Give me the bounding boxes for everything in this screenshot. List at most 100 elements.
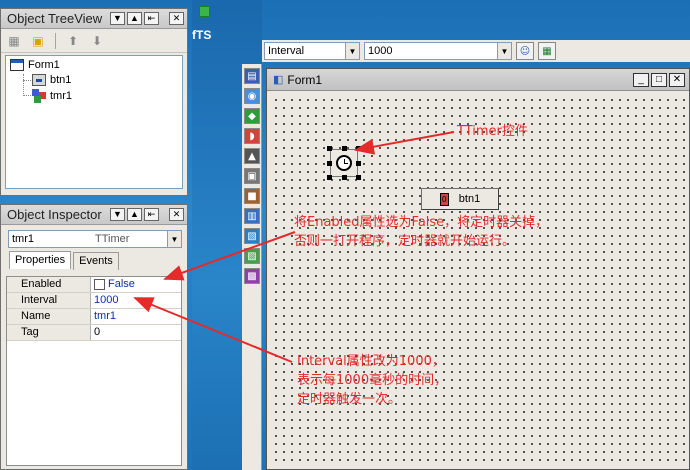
property-name: Name bbox=[7, 309, 91, 324]
btn1-button[interactable]: 0 btn1 bbox=[421, 188, 499, 210]
annotation-interval-line: Interval属性改为1000， bbox=[297, 354, 445, 369]
maximize-icon[interactable]: ▲ bbox=[127, 12, 142, 25]
annotation-interval: Interval属性改为1000， 表示每1000毫秒的时间， 定时器触发一次。 bbox=[297, 352, 447, 409]
property-name: Enabled bbox=[7, 277, 91, 292]
tab-events[interactable]: Events bbox=[73, 252, 119, 270]
property-name: Interval bbox=[7, 293, 91, 308]
tree-node-btn1[interactable]: btn1 bbox=[32, 74, 71, 86]
selection-handle[interactable] bbox=[327, 175, 332, 180]
inspector-titlebar[interactable]: Object Inspector ▼ ▲ ⇤ ✕ bbox=[1, 205, 187, 225]
treeview-title: Object TreeView bbox=[7, 11, 103, 26]
annotation-interval-line: 定时器触发一次。 bbox=[297, 392, 402, 407]
enabled-value: False bbox=[108, 278, 135, 290]
maximize-icon[interactable]: ▲ bbox=[127, 208, 142, 221]
arrow-up-icon[interactable]: ⬆ bbox=[64, 33, 82, 49]
palette-icon[interactable]: ▥ bbox=[244, 208, 260, 224]
dropdown-icon[interactable]: ▼ bbox=[110, 12, 125, 25]
close-icon[interactable]: ✕ bbox=[169, 12, 184, 25]
annotation-enabled-line: 将Enabled属性选为False，将定时器关掉， bbox=[294, 215, 549, 230]
ide-property-toolbar: Interval ▼ 1000 ▼ ☺ ▦ bbox=[262, 40, 690, 62]
chevron-down-icon[interactable]: ▼ bbox=[497, 43, 511, 59]
annotation-enabled-line: 否则一打开程序，定时器就开始运行。 bbox=[294, 234, 516, 249]
tree-node-tmr1[interactable]: tmr1 bbox=[32, 89, 72, 103]
property-row-interval[interactable]: Interval 1000 bbox=[7, 293, 181, 309]
palette-icon[interactable]: ▤ bbox=[244, 68, 260, 84]
chevron-down-icon[interactable]: ▼ bbox=[345, 43, 359, 59]
palette-icon[interactable]: ▩ bbox=[244, 268, 260, 284]
arrow-down-icon[interactable]: ⬇ bbox=[88, 33, 106, 49]
tree-connector bbox=[23, 80, 31, 81]
toolbar-divider bbox=[55, 32, 56, 49]
palette-icon[interactable]: ◉ bbox=[244, 88, 260, 104]
property-grid: Enabled False Interval 1000 Name tmr1 Ta… bbox=[6, 276, 182, 466]
open-folder-icon[interactable]: ▣ bbox=[29, 33, 47, 49]
close-icon[interactable]: ✕ bbox=[669, 72, 685, 87]
button-glyph-icon: 0 bbox=[439, 192, 449, 206]
selected-component-type: TTimer bbox=[95, 233, 130, 245]
close-icon[interactable]: ✕ bbox=[169, 208, 184, 221]
property-combo-value: Interval bbox=[268, 45, 305, 57]
component-selector[interactable]: tmr1 TTimer ▼ bbox=[8, 230, 182, 248]
dropdown-icon[interactable]: ▼ bbox=[110, 208, 125, 221]
palette-icon[interactable]: ▧ bbox=[244, 228, 260, 244]
palette-icon[interactable]: ▨ bbox=[244, 248, 260, 264]
property-combo[interactable]: Interval ▼ bbox=[264, 42, 360, 60]
palette-icon[interactable]: ■ bbox=[244, 188, 260, 204]
tree-node-label: btn1 bbox=[50, 74, 72, 86]
value-combo[interactable]: 1000 ▼ bbox=[364, 42, 512, 60]
object-treeview-window: Object TreeView ▼ ▲ ⇤ ✕ ▦ ▣ ⬆ ⬇ Form1 bt… bbox=[0, 8, 188, 196]
timer-component-icon bbox=[32, 89, 46, 103]
checkbox-icon[interactable] bbox=[94, 279, 105, 290]
property-value[interactable]: False bbox=[91, 277, 181, 292]
form-title: Form1 bbox=[287, 72, 323, 87]
annotation-timer: TTimer控件 bbox=[457, 124, 528, 139]
selection-handle[interactable] bbox=[356, 175, 361, 180]
minimize-icon[interactable]: _ bbox=[633, 72, 649, 87]
tree-connector bbox=[23, 74, 24, 96]
tab-properties[interactable]: Properties bbox=[9, 251, 72, 269]
tree-connector bbox=[23, 95, 31, 96]
selection-handle[interactable] bbox=[342, 175, 347, 180]
selection-handle[interactable] bbox=[327, 146, 332, 151]
selection-handle[interactable] bbox=[342, 146, 347, 151]
palette-icon[interactable]: ◆ bbox=[244, 108, 260, 124]
treeview-toolbar: ▦ ▣ ⬆ ⬇ bbox=[1, 29, 187, 53]
selection-handle[interactable] bbox=[356, 146, 361, 151]
components-icon[interactable]: ▦ bbox=[5, 33, 23, 49]
property-row-tag[interactable]: Tag 0 bbox=[7, 325, 181, 341]
tree-node-form1[interactable]: Form1 bbox=[10, 59, 60, 71]
property-value[interactable]: 0 bbox=[91, 325, 181, 340]
annotation-interval-line: 表示每1000毫秒的时间， bbox=[297, 373, 448, 388]
component-tree[interactable]: Form1 btn1 tmr1 bbox=[5, 55, 183, 189]
tree-node-label: tmr1 bbox=[50, 90, 72, 102]
component-palette: ▤ ◉ ◆ ◗ ▲ ▣ ■ ▥ ▧ ▨ ▩ bbox=[242, 64, 262, 470]
form-design-surface[interactable]: 0 btn1 bbox=[270, 94, 686, 466]
palette-icon[interactable]: ▣ bbox=[244, 168, 260, 184]
desktop-icon[interactable] bbox=[199, 6, 210, 17]
selection-handle[interactable] bbox=[356, 161, 361, 166]
selection-handle[interactable] bbox=[327, 161, 332, 166]
value-combo-value: 1000 bbox=[368, 45, 393, 57]
palette-icon[interactable]: ▲ bbox=[244, 148, 260, 164]
property-value[interactable]: tmr1 bbox=[91, 309, 181, 324]
pin-icon[interactable]: ⇤ bbox=[144, 208, 159, 221]
property-row-enabled[interactable]: Enabled False bbox=[7, 277, 181, 293]
timer-component[interactable] bbox=[327, 146, 361, 180]
treeview-titlebar[interactable]: Object TreeView ▼ ▲ ⇤ ✕ bbox=[1, 9, 187, 29]
property-value[interactable]: 1000 bbox=[91, 293, 181, 308]
pin-icon[interactable]: ⇤ bbox=[144, 12, 159, 25]
btn1-label: btn1 bbox=[458, 193, 481, 205]
maximize-icon[interactable]: □ bbox=[651, 72, 667, 87]
inspector-title: Object Inspector bbox=[7, 207, 102, 222]
palette-icon[interactable]: ◗ bbox=[244, 128, 260, 144]
button-icon bbox=[32, 74, 46, 86]
chevron-down-icon[interactable]: ▼ bbox=[167, 231, 181, 247]
inspector-tabs: Properties Events bbox=[9, 251, 121, 270]
clock-icon bbox=[336, 155, 352, 171]
property-name: Tag bbox=[7, 325, 91, 340]
form-titlebar[interactable]: ◧ Form1 _ □ ✕ bbox=[267, 69, 689, 91]
grid-apply-icon[interactable]: ▦ bbox=[538, 42, 556, 60]
annotation-enabled: 将Enabled属性选为False，将定时器关掉， 否则一打开程序，定时器就开始… bbox=[294, 213, 548, 251]
user-icon[interactable]: ☺ bbox=[516, 42, 534, 60]
property-row-name[interactable]: Name tmr1 bbox=[7, 309, 181, 325]
